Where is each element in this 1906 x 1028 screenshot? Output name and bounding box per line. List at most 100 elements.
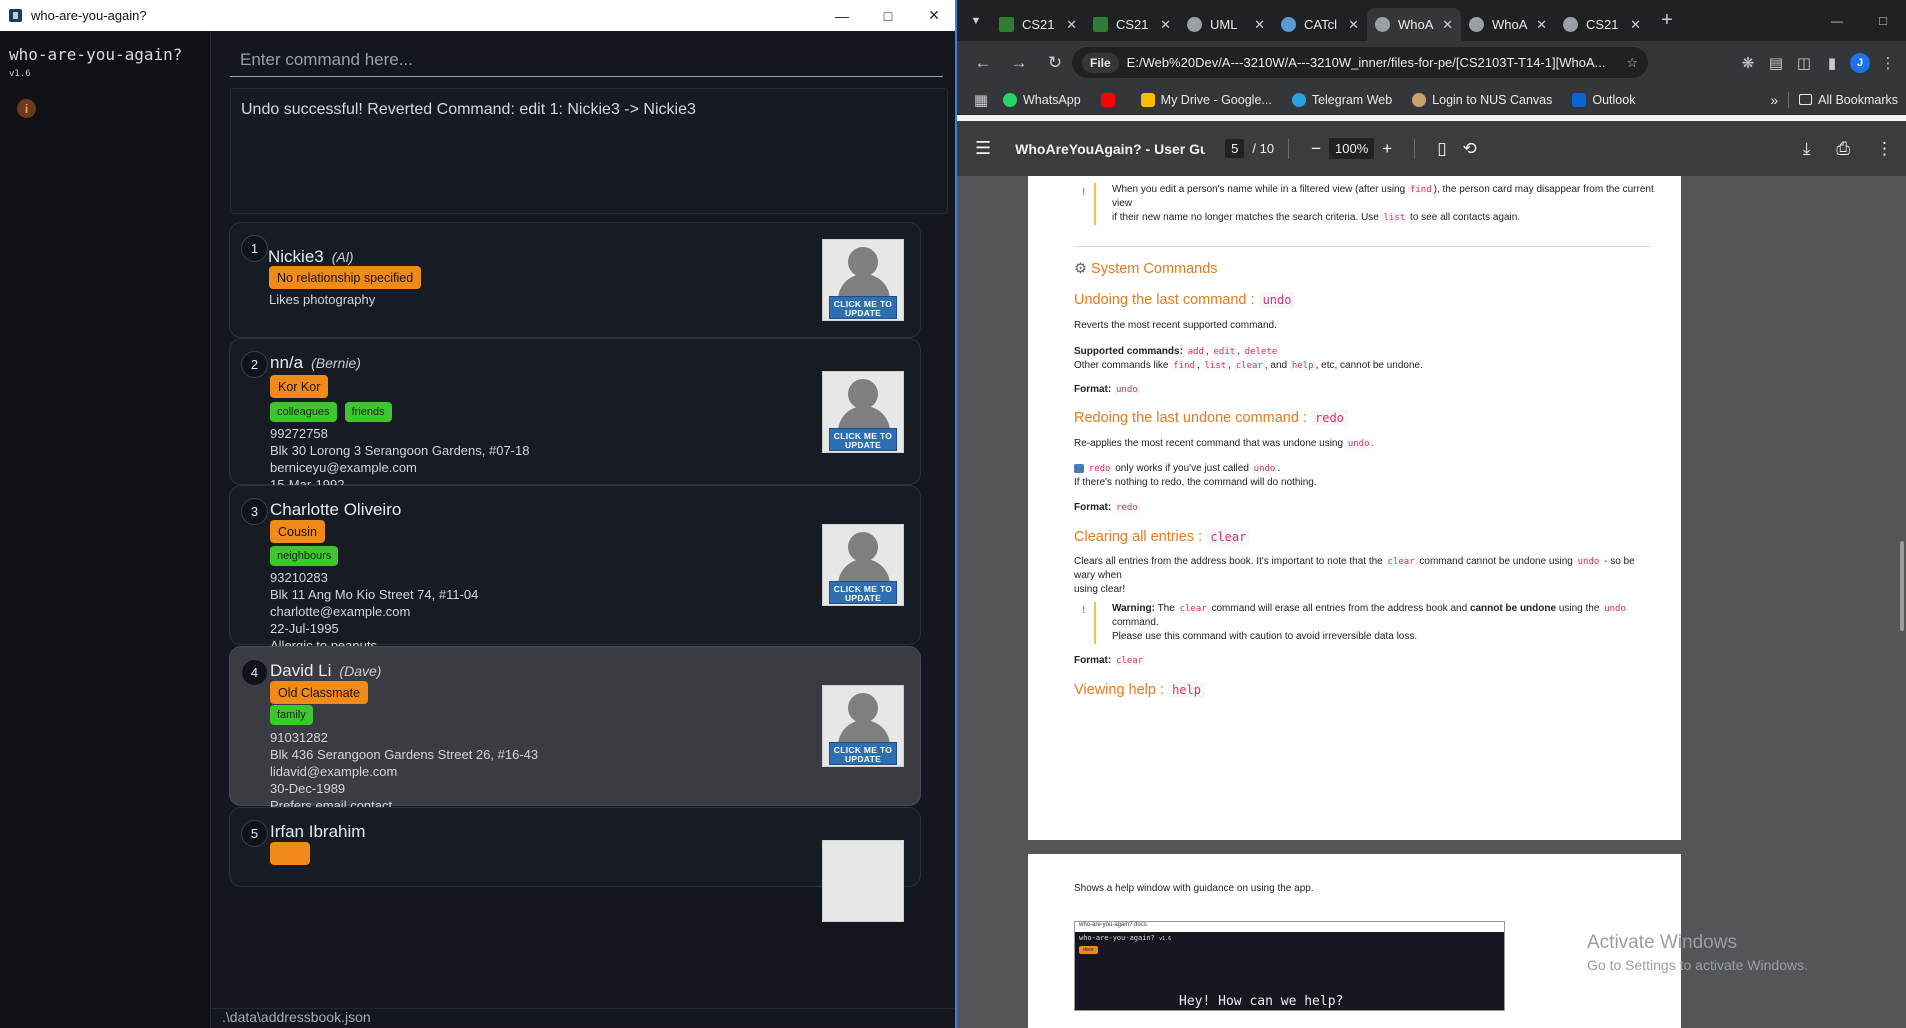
contact-card[interactable]: 5 Irfan Ibrahim xyxy=(229,807,921,922)
pdf-page: Shows a help window with guidance on usi… xyxy=(1028,854,1681,1028)
back-arrow-icon[interactable]: ← xyxy=(965,45,1001,81)
zoom-in-icon[interactable]: + xyxy=(1382,139,1392,159)
info-icon[interactable]: i xyxy=(17,99,36,118)
contact-photo[interactable] xyxy=(822,840,904,922)
zoom-out-icon[interactable]: − xyxy=(1311,139,1321,159)
bookmark-outlook[interactable]: Outlook xyxy=(1572,92,1635,107)
globe-icon xyxy=(1187,17,1202,32)
undo-format: Format: undo xyxy=(1074,384,1140,395)
download-icon[interactable]: ⤓ xyxy=(1803,139,1811,159)
contact-card[interactable]: 1 Nickie3 (Al) No relationship specified … xyxy=(229,222,921,338)
close-tab-icon[interactable]: ✕ xyxy=(1442,17,1453,33)
page-number-input[interactable]: 5 xyxy=(1225,139,1245,158)
puzzle-icon[interactable]: ◫ xyxy=(1794,53,1814,73)
contact-card[interactable]: 3 Charlotte Oliveiro Cousin neighbours 9… xyxy=(229,485,921,653)
more-options-icon[interactable]: ⋮ xyxy=(1876,139,1893,159)
contact-phone: 91031282 xyxy=(270,730,328,745)
more-bookmarks-icon[interactable]: » xyxy=(1770,92,1778,108)
contact-photo[interactable]: CLICK ME TO UPDATE xyxy=(822,371,904,453)
bookmark-youtube[interactable] xyxy=(1100,92,1121,107)
command-input[interactable] xyxy=(230,43,943,77)
apps-grid-icon[interactable]: ▦ xyxy=(971,90,991,110)
close-tab-icon[interactable]: ✕ xyxy=(1630,17,1641,33)
clear-heading: Clearing all entries : clear xyxy=(1074,529,1251,545)
shot-app-title: who-are-you-again? xyxy=(1079,934,1155,942)
tag-badge: neighbours xyxy=(270,546,339,566)
close-tab-icon[interactable]: ✕ xyxy=(1348,17,1359,33)
close-button[interactable]: ✕ xyxy=(911,0,957,31)
canvas-icon xyxy=(1412,92,1427,107)
pdf-scrollbar[interactable] xyxy=(1898,176,1904,1028)
browser-tab[interactable]: WhoA ✕ xyxy=(1461,8,1555,41)
reload-icon[interactable]: ↻ xyxy=(1037,45,1073,81)
more-menu-icon[interactable]: ⋮ xyxy=(1878,53,1898,73)
pdf-title: WhoAreYouAgain? - User Guide - Addr... xyxy=(1015,140,1206,157)
bookmark-whatsapp[interactable]: WhatsApp xyxy=(1003,92,1081,107)
filtered-view-warning: When you edit a person's name while in a… xyxy=(1094,183,1654,225)
contact-name: Irfan Ibrahim xyxy=(270,822,366,841)
contact-card[interactable]: 2 nn/a (Bernie) Kor Kor colleagues friend… xyxy=(229,338,921,492)
rotate-icon[interactable]: ⟲ xyxy=(1463,139,1477,159)
update-photo-button[interactable]: CLICK ME TO UPDATE xyxy=(829,296,897,319)
address-bar[interactable]: File E:/Web%20Dev/A---3210W/A---3210W_in… xyxy=(1072,47,1648,78)
maximize-button[interactable]: □ xyxy=(865,0,911,31)
contact-photo[interactable]: CLICK ME TO UPDATE xyxy=(822,685,904,767)
relationship-badge: Cousin xyxy=(270,520,325,543)
contact-photo[interactable]: CLICK ME TO UPDATE xyxy=(822,524,904,606)
browser-tab[interactable]: CS21 ✕ xyxy=(1555,8,1649,41)
shot-tag: docs xyxy=(1079,946,1098,954)
tag-badge: friends xyxy=(344,402,392,422)
shot-version: v1.6 xyxy=(1159,936,1172,942)
contact-card-selected[interactable]: 4 David Li (Dave) Old Classmate family 91… xyxy=(229,646,921,813)
new-tab-button[interactable]: + xyxy=(1649,3,1685,39)
all-bookmarks[interactable]: All Bookmarks xyxy=(1799,93,1898,107)
star-icon[interactable]: ☆ xyxy=(1626,55,1638,71)
browser-tab[interactable]: UML ✕ xyxy=(1179,8,1273,41)
sidebar: who-are-you-again? v1.6 i xyxy=(0,31,211,1028)
help-heading: Viewing help : help xyxy=(1074,682,1205,698)
extension-atom-icon[interactable]: ❋ xyxy=(1738,53,1758,73)
sidepanel-icon[interactable]: ▮ xyxy=(1822,53,1842,73)
warning-mark-icon: ! xyxy=(1082,605,1086,616)
browser-minimize-button[interactable]: — xyxy=(1814,0,1860,41)
warning-mark-icon: ! xyxy=(1082,187,1086,198)
close-tab-icon[interactable]: ✕ xyxy=(1160,17,1171,33)
translate-icon[interactable]: ▤ xyxy=(1766,53,1786,73)
pdf-viewer[interactable]: ! When you edit a person's name while in… xyxy=(957,176,1906,1028)
contact-list[interactable]: 1 Nickie3 (Al) No relationship specified … xyxy=(227,222,948,1008)
hamburger-menu-icon[interactable]: ☰ xyxy=(975,138,991,159)
bookmark-my-drive[interactable]: My Drive - Google... xyxy=(1140,92,1272,107)
profile-avatar[interactable]: J xyxy=(1850,53,1870,73)
close-tab-icon[interactable]: ✕ xyxy=(1066,17,1077,33)
contact-address: Blk 436 Serangoon Gardens Street 26, #16… xyxy=(270,747,539,762)
browser-maximize-button[interactable]: □ xyxy=(1860,0,1906,41)
contact-photo[interactable]: CLICK ME TO UPDATE xyxy=(822,239,904,321)
print-icon[interactable]: ⎙ xyxy=(1836,139,1850,159)
contact-phone: 99272758 xyxy=(270,426,328,441)
close-tab-icon[interactable]: ✕ xyxy=(1536,17,1547,33)
bookmark-telegram[interactable]: Telegram Web xyxy=(1291,92,1392,107)
window-title: who-are-you-again? xyxy=(31,8,147,23)
bookmark-nus-canvas[interactable]: Login to NUS Canvas xyxy=(1412,92,1552,107)
folder-icon xyxy=(1799,94,1813,105)
file-chip[interactable]: File xyxy=(1082,52,1119,73)
contact-name: David Li xyxy=(270,661,332,680)
update-photo-button[interactable]: CLICK ME TO UPDATE xyxy=(829,581,897,604)
browser-tab[interactable]: CS21 ✕ xyxy=(991,8,1085,41)
update-photo-button[interactable]: CLICK ME TO UPDATE xyxy=(829,742,897,765)
browser-tab[interactable]: CATcl ✕ xyxy=(1273,8,1367,41)
browser-tab[interactable]: CS21 ✕ xyxy=(1085,8,1179,41)
relationship-badge: Old Classmate xyxy=(270,681,368,704)
forward-arrow-icon[interactable]: → xyxy=(1001,45,1037,81)
browser-tab-active[interactable]: WhoA ✕ xyxy=(1367,8,1461,41)
activate-windows-subtitle: Go to Settings to activate Windows. xyxy=(1587,957,1808,973)
minimize-button[interactable]: — xyxy=(819,0,865,31)
zoom-level[interactable]: 100% xyxy=(1329,138,1375,159)
close-tab-icon[interactable]: ✕ xyxy=(1254,17,1265,33)
tab-search-button[interactable]: ▼ xyxy=(961,3,991,39)
shot-heading: Hey! How can we help? xyxy=(1179,994,1344,1009)
undo-description: Reverts the most recent supported comman… xyxy=(1074,320,1277,331)
update-photo-button[interactable]: CLICK ME TO UPDATE xyxy=(829,428,897,451)
fit-page-icon[interactable]: ▯ xyxy=(1437,139,1446,159)
browser-toolbar: ← → ↻ File E:/Web%20Dev/A---3210W/A---32… xyxy=(957,41,1906,85)
